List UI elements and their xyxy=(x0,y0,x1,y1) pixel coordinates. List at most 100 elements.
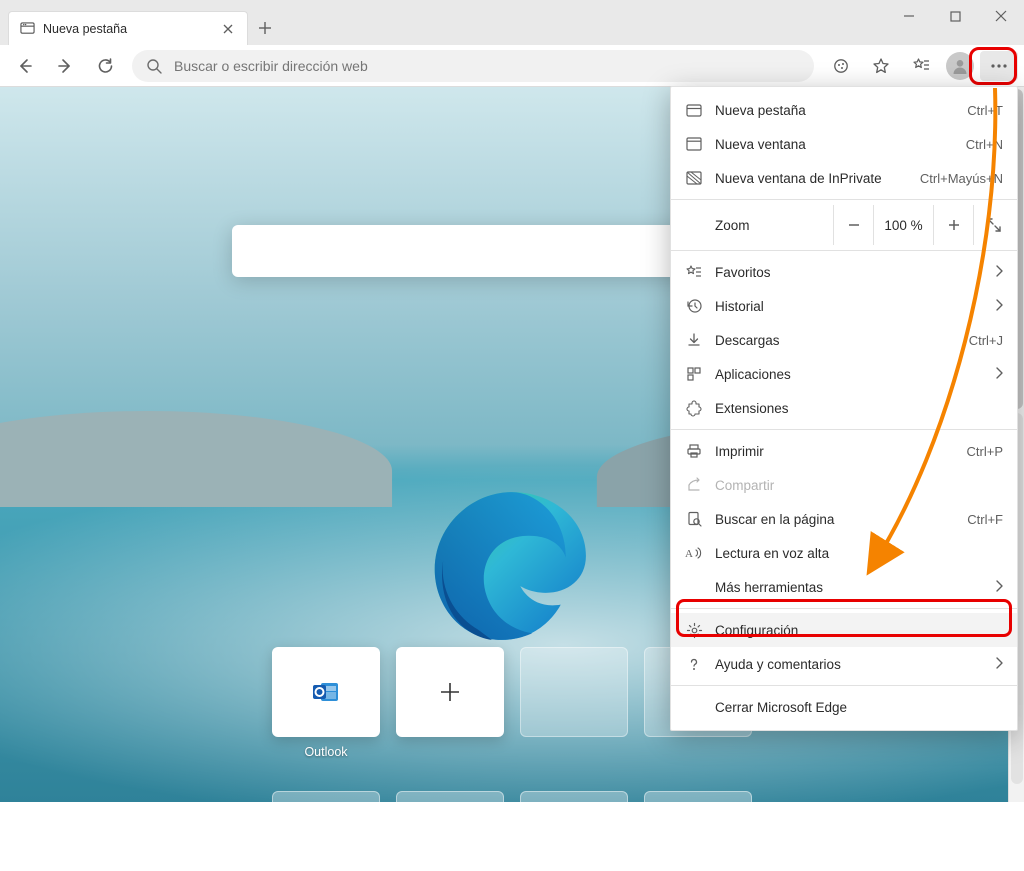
download-icon xyxy=(685,331,703,349)
menu-item-label: Aplicaciones xyxy=(715,367,983,382)
nav-back-button[interactable] xyxy=(6,47,44,85)
newtab-favicon-icon xyxy=(19,21,35,37)
menu-item-label: Cerrar Microsoft Edge xyxy=(715,700,1003,715)
maximize-icon xyxy=(950,11,961,22)
cookie-shield-icon xyxy=(832,57,850,75)
read-aloud-icon: A xyxy=(685,544,703,562)
svg-text:A: A xyxy=(685,548,693,560)
inprivate-icon xyxy=(685,169,703,187)
menu-item-settings[interactable]: Configuración xyxy=(671,613,1017,647)
menu-item-label: Buscar en la página xyxy=(715,512,955,527)
favorites-button[interactable] xyxy=(902,47,940,85)
nav-refresh-button[interactable] xyxy=(86,47,124,85)
new-tab-button[interactable] xyxy=(248,11,282,45)
menu-item-label: Configuración xyxy=(715,623,1003,638)
menu-item-label: Más herramientas xyxy=(715,580,983,595)
menu-item-read-aloud[interactable]: A Lectura en voz alta xyxy=(671,536,1017,570)
menu-item-label: Extensiones xyxy=(715,401,1003,416)
window-minimize-button[interactable] xyxy=(886,0,932,32)
menu-item-label: Nueva ventana de InPrivate xyxy=(715,171,908,186)
window-controls xyxy=(886,0,1024,32)
star-icon xyxy=(872,57,890,75)
blank-icon xyxy=(685,578,703,596)
menu-separator xyxy=(671,608,1017,609)
star-list-icon xyxy=(685,263,703,281)
menu-item-new-window[interactable]: Nueva ventana Ctrl+N xyxy=(671,127,1017,161)
menu-item-help[interactable]: Ayuda y comentarios xyxy=(671,647,1017,681)
plus-icon xyxy=(439,681,461,703)
find-on-page-icon xyxy=(685,510,703,528)
chevron-right-icon xyxy=(995,657,1003,672)
omnibox-input[interactable] xyxy=(172,57,800,75)
menu-item-find[interactable]: Buscar en la página Ctrl+F xyxy=(671,502,1017,536)
tracking-prevention-button[interactable] xyxy=(822,47,860,85)
menu-item-apps[interactable]: Aplicaciones xyxy=(671,357,1017,391)
quicklink-label: Outlook xyxy=(304,745,347,759)
blank-icon xyxy=(685,698,703,716)
menu-item-more-tools[interactable]: Más herramientas xyxy=(671,570,1017,604)
menu-item-history[interactable]: Historial xyxy=(671,289,1017,323)
menu-item-extensions[interactable]: Extensiones xyxy=(671,391,1017,425)
overflow-menu: Nueva pestaña Ctrl+T Nueva ventana Ctrl+… xyxy=(670,86,1018,731)
zoom-out-button[interactable] xyxy=(833,205,873,245)
menu-item-label: Nueva pestaña xyxy=(715,103,955,118)
menu-item-favorites[interactable]: Favoritos xyxy=(671,255,1017,289)
fullscreen-icon xyxy=(986,217,1002,233)
quicklink-label xyxy=(448,745,451,759)
menu-item-new-tab[interactable]: Nueva pestaña Ctrl+T xyxy=(671,93,1017,127)
quicklink-add[interactable] xyxy=(396,647,504,759)
tabstrip: Nueva pestaña xyxy=(0,0,282,45)
quicklink-placeholder xyxy=(520,791,628,871)
toolbar xyxy=(0,45,1024,87)
menu-item-shortcut: Ctrl+F xyxy=(967,512,1003,527)
quicklink-placeholder xyxy=(644,791,752,871)
search-icon xyxy=(146,58,162,74)
menu-item-print[interactable]: Imprimir Ctrl+P xyxy=(671,434,1017,468)
tab-close-button[interactable] xyxy=(219,20,237,38)
fullscreen-button[interactable] xyxy=(973,205,1013,245)
extensions-icon xyxy=(685,399,703,417)
minus-icon xyxy=(847,218,861,232)
overflow-menu-button[interactable] xyxy=(980,51,1018,81)
quicklink-placeholder xyxy=(272,791,380,871)
menu-item-label: Lectura en voz alta xyxy=(715,546,1003,561)
quicklink-outlook[interactable]: Outlook xyxy=(272,647,380,759)
menu-item-downloads[interactable]: Descargas Ctrl+J xyxy=(671,323,1017,357)
zoom-in-button[interactable] xyxy=(933,205,973,245)
menu-item-close-edge[interactable]: Cerrar Microsoft Edge xyxy=(671,690,1017,724)
minimize-icon xyxy=(903,10,915,22)
menu-zoom-row: Zoom 100 % xyxy=(671,204,1017,246)
chevron-right-icon xyxy=(995,265,1003,280)
chevron-right-icon xyxy=(995,367,1003,382)
close-icon xyxy=(223,24,233,34)
menu-item-shortcut: Ctrl+N xyxy=(966,137,1003,152)
tab-active[interactable]: Nueva pestaña xyxy=(8,11,248,45)
history-icon xyxy=(685,297,703,315)
profile-button[interactable] xyxy=(946,52,974,80)
menu-item-label: Historial xyxy=(715,299,983,314)
star-list-icon xyxy=(912,57,930,75)
add-favorite-button[interactable] xyxy=(862,47,900,85)
menu-zoom-label: Zoom xyxy=(715,218,833,233)
profile-avatar-icon xyxy=(951,57,969,75)
arrow-right-icon xyxy=(56,57,74,75)
quicklink-placeholder xyxy=(520,647,628,759)
new-window-icon xyxy=(685,135,703,153)
nav-forward-button[interactable] xyxy=(46,47,84,85)
omnibox[interactable] xyxy=(132,50,814,82)
apps-icon xyxy=(685,365,703,383)
titlebar: Nueva pestaña xyxy=(0,0,1024,45)
window-close-button[interactable] xyxy=(978,0,1024,32)
menu-separator xyxy=(671,685,1017,686)
window-maximize-button[interactable] xyxy=(932,0,978,32)
plus-icon xyxy=(258,21,272,35)
menu-item-inprivate[interactable]: Nueva ventana de InPrivate Ctrl+Mayús+N xyxy=(671,161,1017,195)
tab-title: Nueva pestaña xyxy=(43,22,211,36)
menu-item-share: Compartir xyxy=(671,468,1017,502)
menu-item-shortcut: Ctrl+P xyxy=(967,444,1003,459)
chevron-right-icon xyxy=(995,299,1003,314)
outlook-icon xyxy=(312,680,340,704)
refresh-icon xyxy=(96,57,114,75)
menu-item-shortcut: Ctrl+T xyxy=(967,103,1003,118)
zoom-value: 100 % xyxy=(873,205,933,245)
